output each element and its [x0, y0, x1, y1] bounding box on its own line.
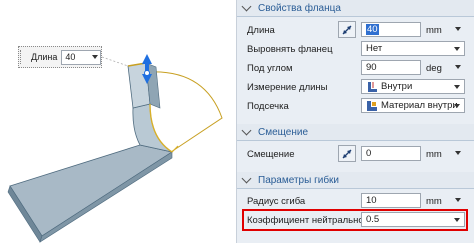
- angle-input[interactable]: 90: [361, 60, 421, 75]
- angle-unit: deg: [426, 62, 442, 74]
- relief-value: Материал внутри: [381, 100, 458, 111]
- field-label: Смещение: [247, 148, 295, 160]
- bend-radius-unit: mm: [426, 195, 442, 207]
- chevron-down-icon: [455, 198, 461, 202]
- chevron-down-icon: [454, 104, 460, 108]
- section-offset[interactable]: Смещение: [237, 124, 474, 141]
- relief-select[interactable]: Материал внутри: [361, 98, 465, 113]
- field-label: Длина: [247, 24, 275, 36]
- measure-tool-button[interactable]: [338, 145, 356, 162]
- collapse-chevron-icon[interactable]: [241, 125, 252, 136]
- highlight-box: [242, 209, 468, 231]
- row-align-flange: Выровнять фланец Нет: [237, 39, 474, 59]
- inside-measure-icon: [368, 81, 377, 92]
- field-label: Измерение длины: [247, 81, 328, 93]
- row-offset: Смещение 0 mm: [237, 144, 474, 164]
- measure-arrows-icon: [342, 149, 352, 158]
- section-title: Смещение: [258, 126, 309, 138]
- section-title: Параметры гибки: [258, 174, 340, 186]
- drag-grip[interactable]: [20, 50, 22, 64]
- offset-unit: mm: [426, 148, 442, 160]
- angle-unit-dropdown[interactable]: [449, 60, 465, 75]
- length-measure-select[interactable]: Внутри: [361, 79, 465, 94]
- dimension-tag-label: Длина: [31, 52, 58, 62]
- chevron-down-icon: [455, 151, 461, 155]
- collapse-chevron-icon[interactable]: [241, 1, 252, 12]
- offset-input[interactable]: 0: [361, 146, 421, 161]
- length-unit: mm: [426, 24, 442, 36]
- collapse-chevron-icon[interactable]: [241, 173, 252, 184]
- chevron-down-icon: [455, 65, 461, 69]
- length-unit-dropdown[interactable]: [449, 22, 465, 37]
- sheet-metal-model: [7, 54, 223, 243]
- section-flange-properties[interactable]: Свойства фланца: [237, 0, 474, 17]
- length-value: 40: [366, 24, 379, 35]
- field-label: Радиус сгиба: [247, 195, 306, 207]
- field-label: Подсечка: [247, 100, 289, 112]
- section-bend-parameters[interactable]: Параметры гибки: [237, 172, 474, 189]
- dimension-tag-value: 40: [65, 52, 76, 62]
- dimension-tag[interactable]: Длина 40: [18, 46, 102, 68]
- field-label: Под углом: [247, 62, 293, 74]
- measure-arrows-icon: [342, 25, 352, 34]
- base-plate: [9, 144, 174, 237]
- properties-panel: Свойства фланца Длина 40 mm Выровнять фл…: [236, 0, 474, 243]
- bend-region: [132, 103, 173, 153]
- bend-radius-unit-dropdown[interactable]: [449, 193, 465, 208]
- row-length: Длина 40 mm: [237, 20, 474, 40]
- bend-radius-input[interactable]: 10: [361, 193, 421, 208]
- dimension-tag-input[interactable]: 40: [61, 49, 101, 65]
- angle-value: 90: [366, 62, 377, 73]
- offset-unit-dropdown[interactable]: [449, 146, 465, 161]
- row-length-measure: Измерение длины Внутри: [237, 77, 474, 97]
- material-inside-icon: [367, 100, 377, 111]
- measure-tool-button[interactable]: [338, 21, 356, 38]
- bend-radius-value: 10: [366, 195, 377, 206]
- chevron-down-icon: [454, 85, 460, 89]
- field-label: Выровнять фланец: [247, 43, 333, 55]
- chevron-down-icon[interactable]: [92, 54, 98, 59]
- align-flange-select[interactable]: Нет: [361, 41, 465, 56]
- align-flange-value: Нет: [366, 43, 383, 54]
- chevron-down-icon: [455, 27, 461, 31]
- length-measure-value: Внутри: [381, 81, 413, 92]
- section-title: Свойства фланца: [258, 2, 341, 14]
- row-relief: Подсечка Материал внутри: [237, 96, 474, 116]
- chevron-down-icon: [454, 47, 460, 51]
- length-input[interactable]: 40: [361, 22, 421, 37]
- row-angle: Под углом 90 deg: [237, 58, 474, 78]
- offset-value: 0: [366, 148, 372, 159]
- row-bend-radius: Радиус сгиба 10 mm: [237, 191, 474, 211]
- angle-arc[interactable]: [149, 71, 223, 153]
- model-viewport[interactable]: Длина 40: [0, 0, 236, 243]
